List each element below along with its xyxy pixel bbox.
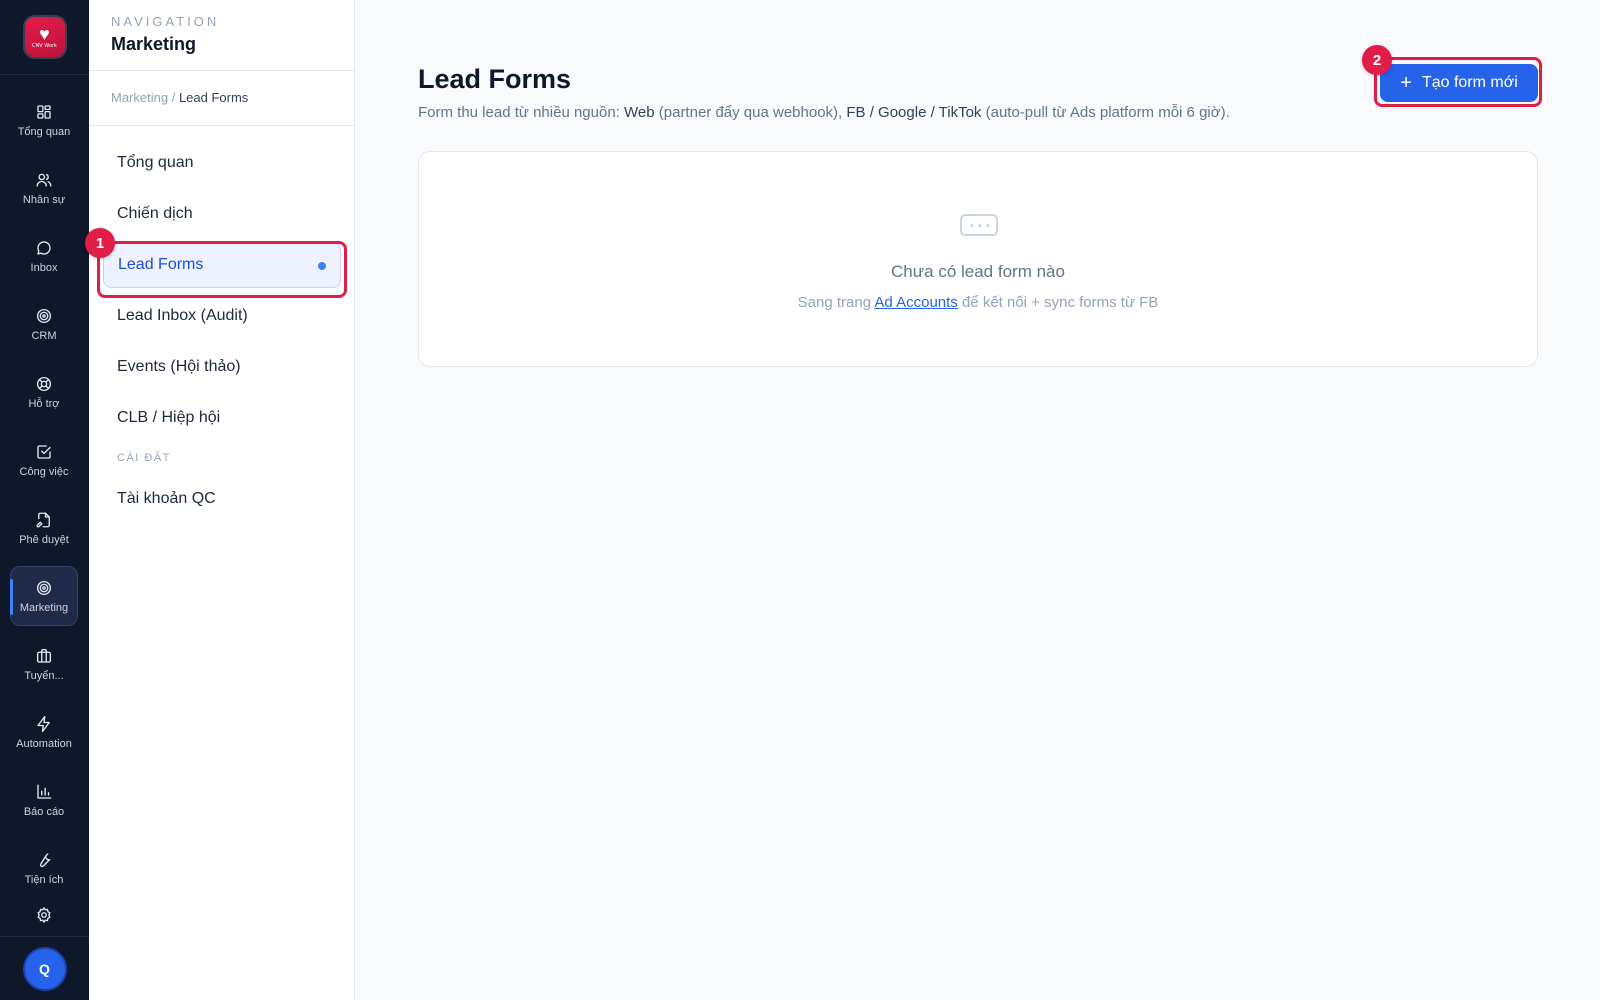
rail-item-label: Công việc	[19, 465, 69, 478]
rail-item-crm[interactable]: CRM	[10, 294, 78, 354]
hint-suffix: để kết nối + sync forms từ FB	[957, 294, 1159, 311]
users-icon	[36, 173, 52, 187]
app-rail: ♥ CNV Work Tổng quan Nhân sự Inbox CRM H…	[0, 0, 89, 1000]
wrench-icon	[39, 852, 51, 867]
rail-item-label: Hỗ trợ	[28, 397, 60, 410]
annotation-highlight-1	[97, 241, 347, 298]
rail-item-label: Phê duyệt	[19, 533, 69, 546]
rail-item-label: Inbox	[30, 261, 58, 274]
rail-item-label: Tổng quan	[17, 125, 71, 138]
lifebuoy-icon	[36, 376, 52, 391]
file-signature-icon	[36, 512, 50, 527]
rail-item-label: Tiện ích	[24, 873, 64, 886]
rail-item-label: CRM	[31, 329, 57, 342]
nav-eyebrow: NAVIGATION	[111, 14, 220, 29]
message-dots-icon	[960, 214, 998, 236]
nav-item-lead-inbox[interactable]: Lead Inbox (Audit)	[103, 293, 341, 339]
nav-item-label: Tài khoản QC	[117, 490, 216, 507]
rail-item-bao-cao[interactable]: Báo cáo	[10, 770, 78, 830]
hint-prefix: Sang trang	[797, 294, 875, 311]
rail-item-tong-quan[interactable]: Tổng quan	[10, 90, 78, 150]
nav-title: Marketing	[111, 34, 197, 54]
rail-item-label: Marketing	[19, 601, 69, 614]
nav-section-settings: CÀI ĐẶT	[117, 452, 171, 464]
heart-icon: ♥	[39, 24, 50, 44]
bar-chart-icon	[37, 784, 52, 799]
empty-state-card: Chưa có lead form nào Sang trang Ad Acco…	[418, 151, 1538, 367]
nav-item-label: Chiến dịch	[117, 205, 193, 222]
subtitle-strong: FB / Google / TikTok	[846, 104, 982, 121]
subtitle-strong: Web	[624, 104, 655, 121]
subtitle-text: (partner đẩy qua webhook),	[654, 104, 847, 121]
rail-item-tuyen-dung[interactable]: Tuyển...	[10, 634, 78, 694]
gear-icon	[37, 907, 51, 923]
rail-item-label: Nhân sự	[22, 193, 66, 206]
annotation-highlight-2	[1374, 57, 1542, 107]
app-logo[interactable]: ♥ CNV Work	[22, 15, 67, 59]
annotation-badge-1: 1	[85, 228, 115, 258]
chat-bubble-icon	[37, 240, 51, 255]
nav-item-clb[interactable]: CLB / Hiệp hội	[103, 395, 341, 441]
rail-item-nhan-su[interactable]: Nhân sự	[10, 158, 78, 218]
logo-text: CNV Work	[32, 43, 57, 49]
empty-state-hint: Sang trang Ad Accounts để kết nối + sync…	[419, 294, 1537, 311]
breadcrumb: Marketing / Lead Forms	[89, 71, 354, 126]
empty-state-title: Chưa có lead form nào	[891, 262, 1065, 281]
subtitle-text: Form thu lead từ nhiều nguồn:	[418, 104, 625, 121]
nav-item-events[interactable]: Events (Hội thảo)	[103, 344, 341, 390]
secondary-nav: NAVIGATION Marketing Marketing / Lead Fo…	[89, 0, 355, 1000]
nav-item-label: CLB / Hiệp hội	[117, 409, 221, 426]
ad-accounts-link[interactable]: Ad Accounts	[874, 294, 957, 311]
annotation-badge-2: 2	[1362, 45, 1392, 75]
nav-item-label: Events (Hội thảo)	[117, 358, 241, 375]
grid-icon	[37, 104, 51, 119]
nav-item-tai-khoan-qc[interactable]: Tài khoản QC	[103, 476, 341, 522]
nav-header: NAVIGATION Marketing	[89, 0, 354, 71]
subtitle-text: (auto-pull từ Ads platform mỗi 6 giờ).	[981, 104, 1230, 121]
rail-item-marketing[interactable]: Marketing	[10, 566, 78, 626]
rail-item-phe-duyet[interactable]: Phê duyệt	[10, 498, 78, 558]
rail-item-label: Automation	[16, 737, 72, 750]
logo-area: ♥ CNV Work	[0, 0, 89, 75]
target-icon	[36, 308, 52, 323]
rail-item-inbox[interactable]: Inbox	[10, 226, 78, 286]
page-subtitle: Form thu lead từ nhiều nguồn: Web (partn…	[418, 104, 1230, 121]
nav-item-label: Tổng quan	[117, 154, 194, 171]
lightning-icon	[37, 715, 50, 732]
target-icon	[36, 580, 52, 595]
nav-item-chien-dich[interactable]: Chiến dịch	[103, 191, 341, 237]
rail-item-automation[interactable]: Automation	[10, 702, 78, 762]
rail-item-settings[interactable]	[10, 906, 78, 936]
briefcase-icon	[36, 648, 52, 663]
rail-item-cong-viec[interactable]: Công việc	[10, 430, 78, 490]
avatar[interactable]: Q	[22, 946, 67, 991]
rail-item-ho-tro[interactable]: Hỗ trợ	[10, 362, 78, 422]
rail-item-tien-ich[interactable]: Tiện ích	[10, 838, 78, 898]
nav-item-tong-quan[interactable]: Tổng quan	[103, 140, 341, 186]
checkbox-icon	[37, 444, 51, 459]
nav-item-label: Lead Inbox (Audit)	[117, 307, 248, 324]
rail-footer: Q	[0, 936, 89, 1000]
rail-item-label: Báo cáo	[23, 805, 65, 818]
breadcrumb-current: Lead Forms	[178, 90, 249, 105]
page-title: Lead Forms	[418, 64, 572, 94]
rail-item-label: Tuyển...	[24, 669, 64, 682]
breadcrumb-parent[interactable]: Marketing /	[111, 90, 175, 105]
